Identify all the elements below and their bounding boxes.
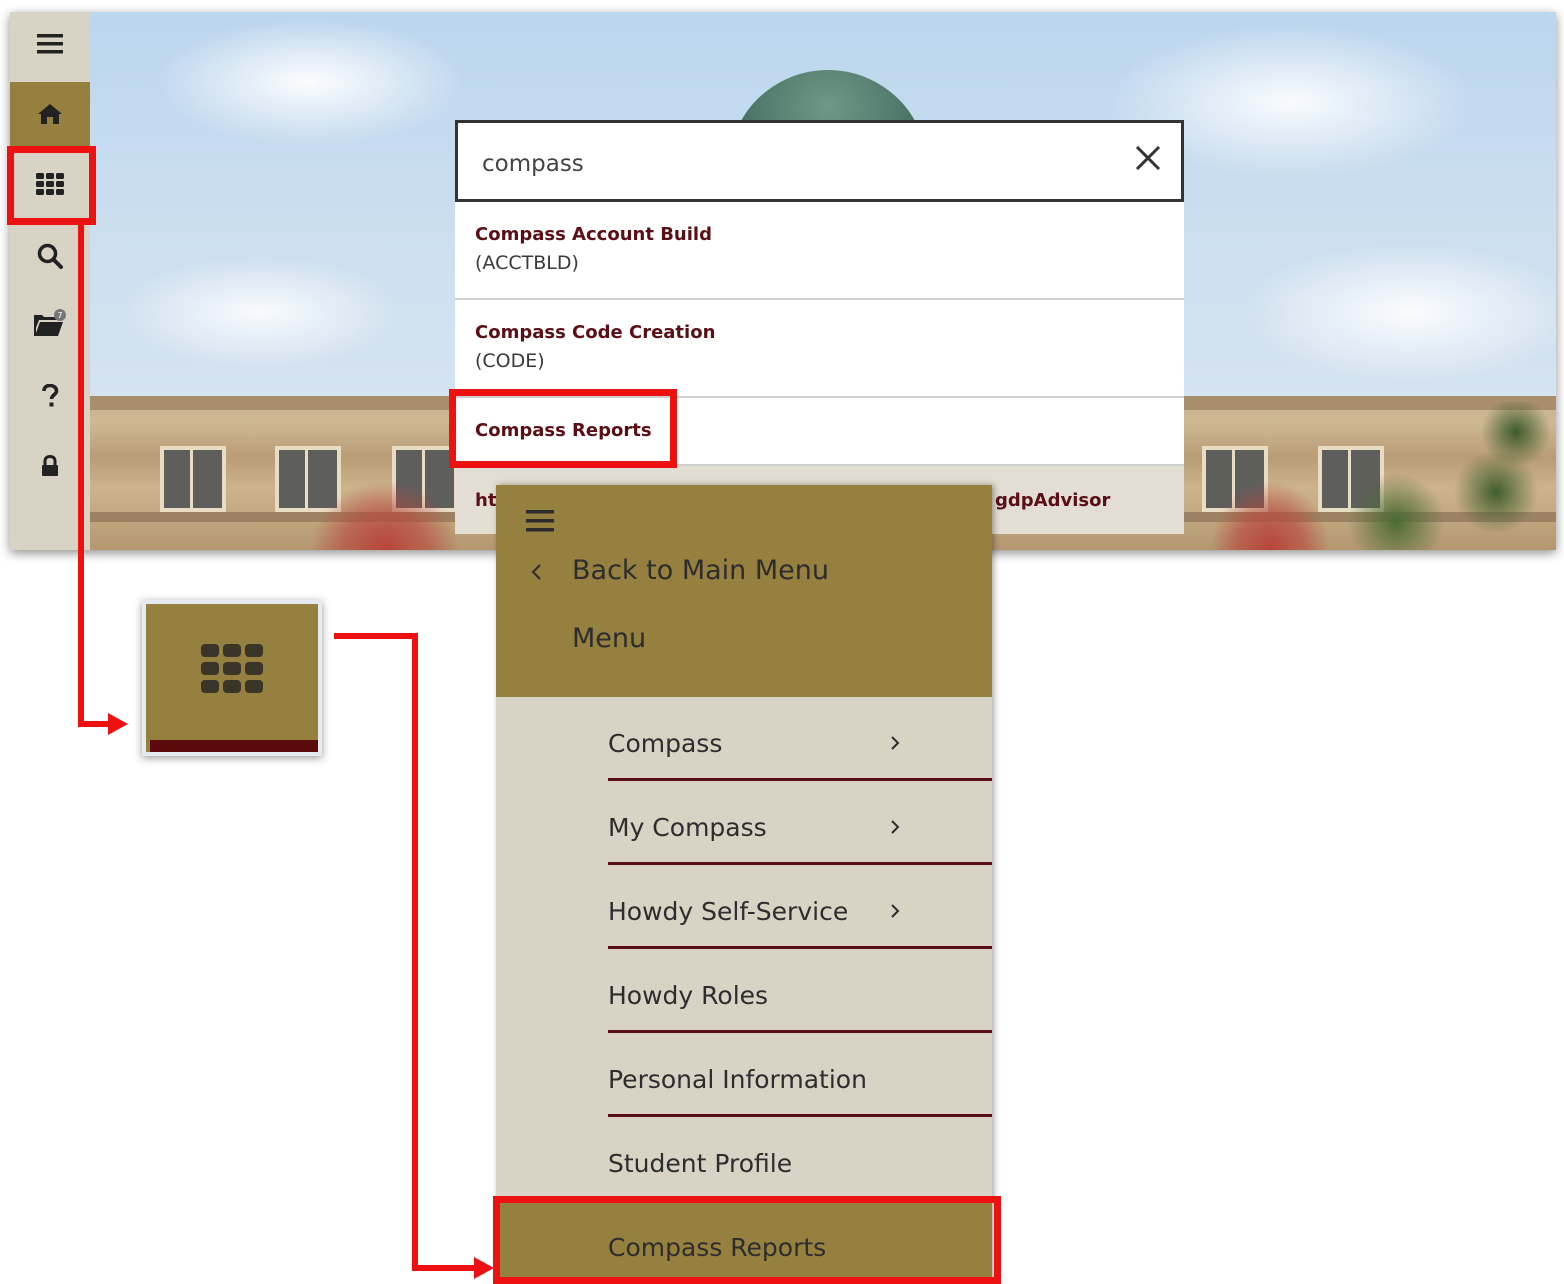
menu-item-my-compass[interactable]: My Compass	[608, 781, 992, 865]
search-result-title: Compass Account Build	[475, 224, 712, 245]
folder-icon: 7	[34, 309, 66, 336]
main-menu-panel: Back to Main Menu Menu Compass My Compas…	[496, 485, 992, 1284]
search-icon	[37, 243, 63, 269]
menu-header: Back to Main Menu Menu	[496, 485, 992, 697]
menu-item-label: Compass	[608, 729, 723, 758]
lock-icon	[42, 455, 58, 476]
home-icon	[38, 104, 62, 124]
question-icon	[42, 384, 59, 407]
search-result[interactable]: Compass Code Creation (CODE)	[455, 300, 1184, 398]
connector-arrow	[474, 1257, 494, 1279]
search-result-partial-right: gdpAdvisor	[995, 490, 1111, 511]
menu-item-label: Personal Information	[608, 1065, 867, 1094]
red-shrub	[310, 480, 460, 550]
hamburger-menu-button[interactable]	[10, 12, 90, 76]
menu-item-student-profile[interactable]: Student Profile	[608, 1117, 992, 1201]
menu-item-label: Howdy Roles	[608, 981, 769, 1010]
applications-highlight-box	[7, 146, 96, 225]
connector-line	[78, 721, 112, 727]
connector-line	[334, 633, 418, 639]
search-box	[455, 120, 1184, 202]
chevron-right-icon	[891, 904, 900, 918]
search-result[interactable]: Compass Account Build (ACCTBLD)	[455, 202, 1184, 300]
menu-item-personal-information[interactable]: Personal Information	[608, 1033, 992, 1117]
close-icon	[1135, 145, 1161, 171]
red-shrub	[1210, 480, 1330, 550]
clear-search-button[interactable]	[1133, 143, 1165, 175]
search-result-highlight-box	[449, 389, 677, 468]
search-result-code: (CODE)	[475, 350, 545, 372]
connector-line	[412, 1265, 476, 1271]
search-result-title: Compass Code Creation	[475, 322, 716, 343]
chevron-right-icon	[891, 736, 900, 750]
grid-icon	[201, 644, 263, 693]
connector-arrow	[108, 713, 128, 735]
menu-title: Menu	[572, 623, 647, 654]
chevron-right-icon	[891, 820, 900, 834]
back-to-main-menu-link[interactable]: Back to Main Menu	[572, 555, 829, 586]
menu-item-label: Howdy Self-Service	[608, 897, 849, 926]
connector-line	[412, 633, 418, 1271]
menu-item-howdy-roles[interactable]: Howdy Roles	[608, 949, 992, 1033]
menu-item-compass[interactable]: Compass	[608, 697, 992, 781]
active-indicator-bar	[150, 740, 318, 752]
menu-item-label: Student Profile	[608, 1149, 793, 1178]
search-result-code: (ACCTBLD)	[475, 252, 579, 274]
chevron-left-icon[interactable]	[530, 563, 542, 581]
hamburger-icon	[37, 34, 63, 54]
search-panel: Compass Account Build (ACCTBLD) Compass …	[455, 120, 1184, 534]
menu-item-howdy-self-service[interactable]: Howdy Self-Service	[608, 865, 992, 949]
building-window	[160, 446, 226, 512]
menu-item-highlight-box	[493, 1196, 1001, 1284]
menu-item-label: My Compass	[608, 813, 767, 842]
search-result-partial-left: ht	[475, 490, 497, 511]
home-button[interactable]	[10, 82, 90, 146]
search-input[interactable]	[480, 141, 1084, 187]
connector-line	[78, 225, 84, 727]
documents-badge: 7	[57, 311, 62, 320]
hamburger-icon[interactable]	[526, 509, 554, 533]
zoomed-applications-button	[142, 600, 322, 756]
